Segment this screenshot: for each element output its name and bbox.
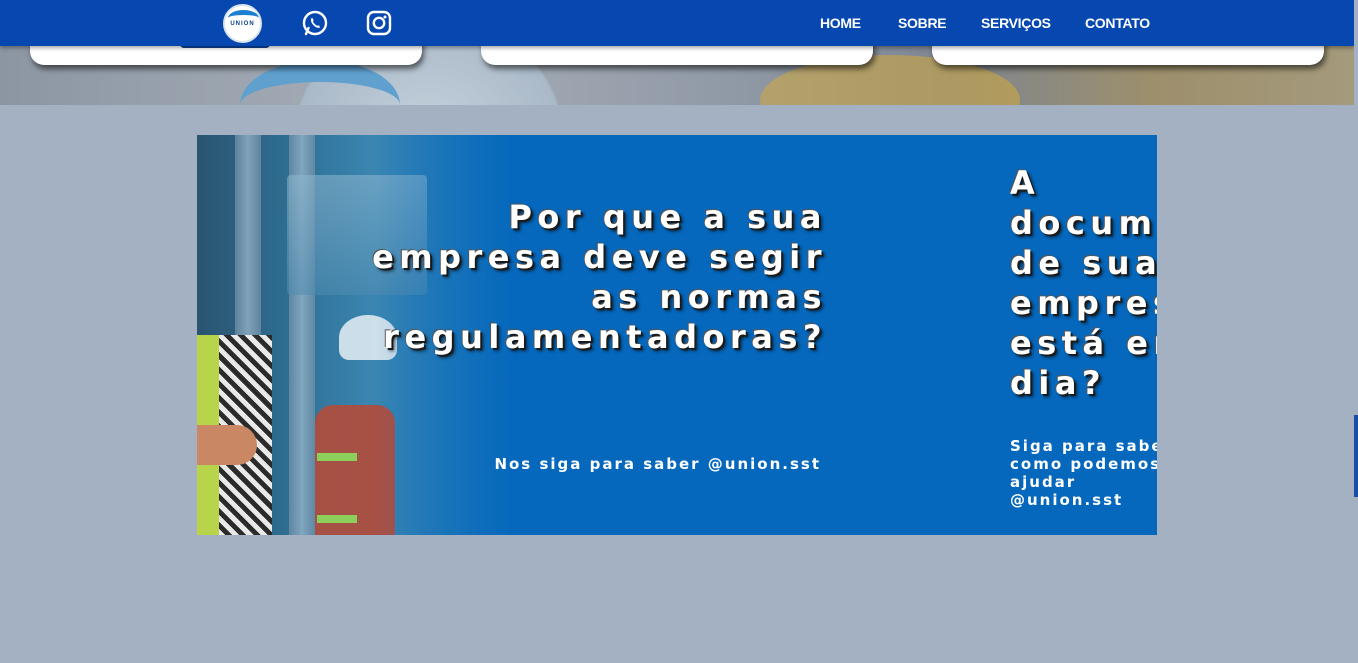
nav-link-contato[interactable]: CONTATO bbox=[1085, 15, 1150, 31]
banner-slide-1-cta: Nos siga para saber @union.sst bbox=[494, 455, 821, 473]
logo-text: UNION bbox=[230, 21, 255, 27]
union-logo[interactable]: UNION bbox=[223, 4, 262, 43]
scrollbar-thumb[interactable] bbox=[1354, 415, 1358, 497]
nav-link-servicos[interactable]: SERVIÇOS bbox=[981, 15, 1051, 31]
scrollbar-track[interactable] bbox=[1354, 0, 1358, 663]
banner-slide-2-cta: Siga para saber como podemos ajudar @uni… bbox=[1010, 437, 1157, 509]
banner-slide-1-headline: Por que a sua empresa deve segir as norm… bbox=[372, 198, 827, 356]
whatsapp-icon[interactable] bbox=[301, 9, 329, 37]
nav-link-home[interactable]: HOME bbox=[820, 15, 861, 31]
nav-link-sobre[interactable]: SOBRE bbox=[898, 15, 947, 31]
banner-slide-2-headline: A documentação de sua empresa está em di… bbox=[1010, 164, 1157, 402]
banner-carousel[interactable]: Por que a sua empresa deve segir as norm… bbox=[197, 135, 1157, 535]
top-navbar: UNION HOME SOBRE SERVIÇOS CONTATO bbox=[0, 0, 1354, 46]
instagram-icon[interactable] bbox=[365, 9, 393, 37]
